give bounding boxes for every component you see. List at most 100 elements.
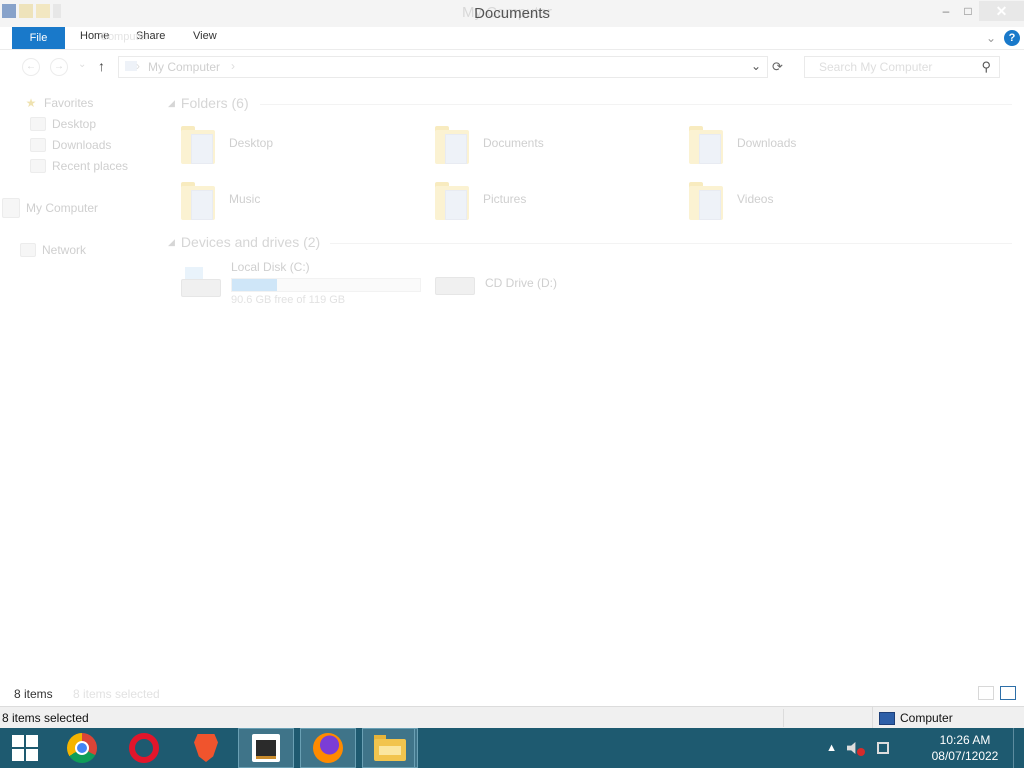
explorer-status-bar: 8 items 8 items selected [0, 686, 1024, 704]
folder-tile-downloads[interactable]: Downloads [685, 120, 929, 168]
computer-icon [879, 711, 895, 725]
search-input[interactable] [805, 57, 981, 77]
recent-locations-button[interactable]: ⌄ [78, 59, 86, 70]
nav-desktop-label: Desktop [52, 117, 97, 131]
taskbar-app[interactable] [238, 728, 294, 768]
nav-recent-places-label: Recent places [52, 159, 129, 173]
group-divider [260, 104, 1012, 105]
group-header-devices[interactable]: ◢ Devices and drives (2) [168, 234, 320, 250]
up-button[interactable]: ↑ [98, 58, 105, 74]
app-icon [252, 734, 280, 762]
ribbon-right-controls: ⌄ ? [986, 27, 1020, 49]
maximize-button[interactable]: □ [957, 1, 979, 21]
network-icon [20, 243, 36, 257]
large-icons-view-icon[interactable] [1000, 686, 1016, 700]
taskbar-stack-edge [414, 728, 418, 768]
nav-downloads[interactable]: Downloads [30, 136, 111, 154]
taskbar: ▲ 10:26 AM 08/07/12022 [0, 728, 1024, 768]
folder-label: Music [229, 192, 261, 206]
ribbon-expand-icon[interactable]: ⌄ [986, 31, 996, 45]
path-chevron-icon[interactable]: › [231, 59, 235, 73]
nav-network-label: Network [42, 243, 87, 257]
collapse-icon: ◢ [168, 97, 175, 108]
devices-header-label: Devices and drives (2) [180, 234, 321, 250]
status-divider [783, 709, 784, 727]
breadcrumb-my-computer[interactable]: My Computer [148, 60, 220, 74]
close-button[interactable]: ✕ [979, 1, 1024, 21]
cd-drive-icon [435, 267, 475, 299]
nav-desktop[interactable]: Desktop [30, 115, 96, 133]
folder-icon [435, 180, 471, 222]
drive-name: Local Disk (C:) [231, 260, 310, 274]
folder-label: Pictures [483, 192, 527, 206]
refresh-icon[interactable]: ⟳ [772, 59, 783, 75]
folder-icon [181, 180, 217, 222]
tab-view[interactable]: View [193, 30, 217, 42]
address-row: ← → ⌄ ↑ › My Computer › ⌄ ⟳ ⚲ [0, 54, 1024, 78]
firefox-icon [313, 733, 343, 763]
view-switcher [978, 686, 1016, 700]
drive-usage-fill [232, 279, 278, 291]
nav-recent-places[interactable]: Recent places [30, 157, 128, 175]
minimize-button[interactable]: – [935, 1, 957, 21]
folder-label: Documents [483, 136, 544, 150]
search-box: ⚲ [804, 56, 1000, 78]
show-desktop-button[interactable] [1013, 728, 1024, 768]
back-button[interactable]: ← [22, 58, 40, 76]
folder-tile-pictures[interactable]: Pictures [431, 176, 675, 224]
start-button[interactable] [0, 728, 50, 768]
folder-icon [689, 124, 725, 166]
group-header-folders[interactable]: ◢ Folders (6) [168, 95, 249, 111]
folder-tile-music[interactable]: Music [177, 176, 421, 224]
mute-icon [857, 748, 865, 756]
ghost-tab-computer: Computer [100, 31, 149, 43]
path-chevron-icon: › [136, 59, 140, 73]
taskbar-file-explorer[interactable] [362, 728, 418, 768]
group-divider [330, 243, 1012, 244]
nav-favorites-label: Favorites [44, 96, 94, 110]
ribbon-tabs: Home Share View [0, 27, 1024, 50]
nav-favorites[interactable]: ★ Favorites [24, 94, 94, 112]
taskbar-brave[interactable] [178, 728, 234, 768]
details-view-icon[interactable] [978, 686, 994, 700]
computer-icon [2, 198, 20, 218]
clock[interactable]: 10:26 AM 08/07/12022 [923, 732, 1007, 764]
nav-my-computer[interactable]: My Computer [2, 198, 99, 218]
drive-usage-bar [231, 278, 421, 292]
window-status-bar: 8 items selected Computer [0, 706, 1024, 729]
show-hidden-icons-icon[interactable]: ▲ [826, 742, 837, 754]
clock-date: 08/07/12022 [931, 749, 999, 763]
folders-header-label: Folders (6) [180, 95, 249, 111]
address-dropdown-icon[interactable]: ⌄ [751, 59, 761, 73]
address-bar[interactable]: › My Computer › ⌄ [118, 56, 768, 78]
recent-places-icon [30, 159, 46, 173]
nav-downloads-label: Downloads [52, 138, 112, 152]
star-icon: ★ [25, 96, 37, 110]
nav-network[interactable]: Network [20, 241, 86, 259]
opera-icon [129, 733, 159, 763]
network-icon[interactable] [877, 742, 889, 754]
status-zone: Computer [872, 707, 1024, 729]
folder-tile-videos[interactable]: Videos [685, 176, 929, 224]
windows-logo-icon [12, 735, 38, 761]
folder-icon [435, 124, 471, 166]
nav-my-computer-label: My Computer [26, 201, 99, 215]
help-icon[interactable]: ? [1004, 30, 1020, 46]
chrome-icon [67, 733, 97, 763]
file-explorer-icon [374, 735, 406, 761]
taskbar-firefox[interactable] [300, 728, 356, 768]
title-bar: My Computer Documents – □ ✕ [0, 0, 1024, 27]
folder-tile-desktop[interactable]: Desktop [177, 120, 421, 168]
ghost-selected-count: 8 items selected [73, 687, 160, 701]
folder-tile-documents[interactable]: Documents [431, 120, 675, 168]
brave-icon [194, 734, 218, 762]
search-icon[interactable]: ⚲ [981, 59, 991, 75]
drive-tile-local-disk[interactable]: Local Disk (C:) 90.6 GB free of 119 GB [175, 257, 421, 309]
selected-count: 8 items selected [2, 711, 89, 725]
taskbar-chrome[interactable] [54, 728, 110, 768]
taskbar-opera[interactable] [116, 728, 172, 768]
window-title: Documents [474, 5, 550, 22]
forward-button[interactable]: → [50, 58, 68, 76]
drive-tile-cd[interactable]: CD Drive (D:) [429, 257, 673, 309]
tab-file[interactable]: File [12, 27, 65, 49]
